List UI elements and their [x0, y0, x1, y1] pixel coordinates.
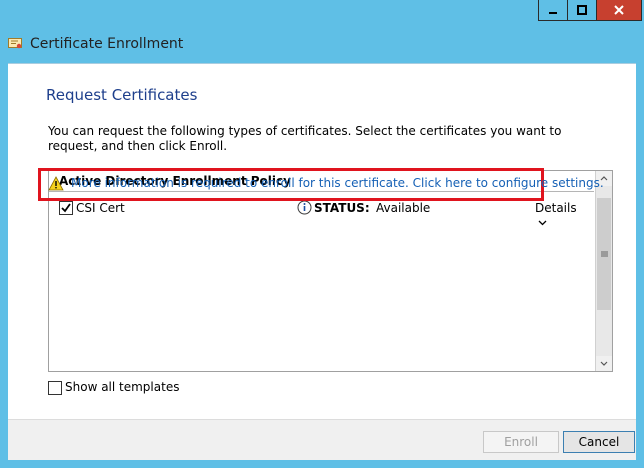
checkmark-icon	[61, 203, 71, 213]
show-all-templates-label: Show all templates	[65, 380, 180, 394]
cancel-button[interactable]: Cancel	[563, 431, 635, 453]
chevron-down-icon	[538, 220, 547, 226]
status-label: STATUS:	[314, 201, 370, 215]
maximize-icon	[577, 5, 587, 15]
list-scrollbar[interactable]	[595, 171, 612, 371]
show-all-templates-checkbox[interactable]	[48, 381, 62, 395]
certificate-icon	[8, 38, 22, 49]
cert-name: CSI Cert	[76, 201, 125, 215]
button-bar: Enroll Cancel	[8, 419, 636, 462]
window-bottom-border	[8, 460, 636, 468]
dialog-client: Request Certificates You can request the…	[8, 63, 636, 462]
window-title: Certificate Enrollment	[30, 36, 184, 52]
minimize-button[interactable]	[538, 0, 568, 21]
chevron-down-icon	[600, 361, 608, 366]
configure-settings-link[interactable]: More information is required to enroll f…	[71, 176, 604, 190]
grip-icon	[600, 251, 608, 257]
window-controls	[538, 0, 642, 21]
close-button[interactable]	[596, 0, 642, 21]
list-item: CSI Cert STATUS: Available Details	[59, 199, 587, 226]
page-heading: Request Certificates	[46, 86, 198, 104]
status-value: Available	[376, 201, 431, 215]
minimize-icon	[549, 12, 557, 14]
scroll-thumb[interactable]	[597, 198, 611, 310]
scroll-down-button[interactable]	[596, 356, 612, 371]
more-info-highlight: More information is required to enroll f…	[38, 168, 604, 201]
close-icon	[614, 5, 624, 15]
maximize-button[interactable]	[567, 0, 597, 21]
enroll-button[interactable]: Enroll	[483, 431, 559, 453]
warning-icon	[48, 176, 64, 191]
title-bar: Certificate Enrollment	[0, 30, 644, 58]
details-toggle[interactable]: Details	[535, 201, 587, 229]
page-description: You can request the following types of c…	[48, 124, 562, 153]
cert-checkbox[interactable]	[59, 201, 73, 215]
info-icon	[297, 200, 312, 215]
details-label: Details	[535, 201, 577, 215]
